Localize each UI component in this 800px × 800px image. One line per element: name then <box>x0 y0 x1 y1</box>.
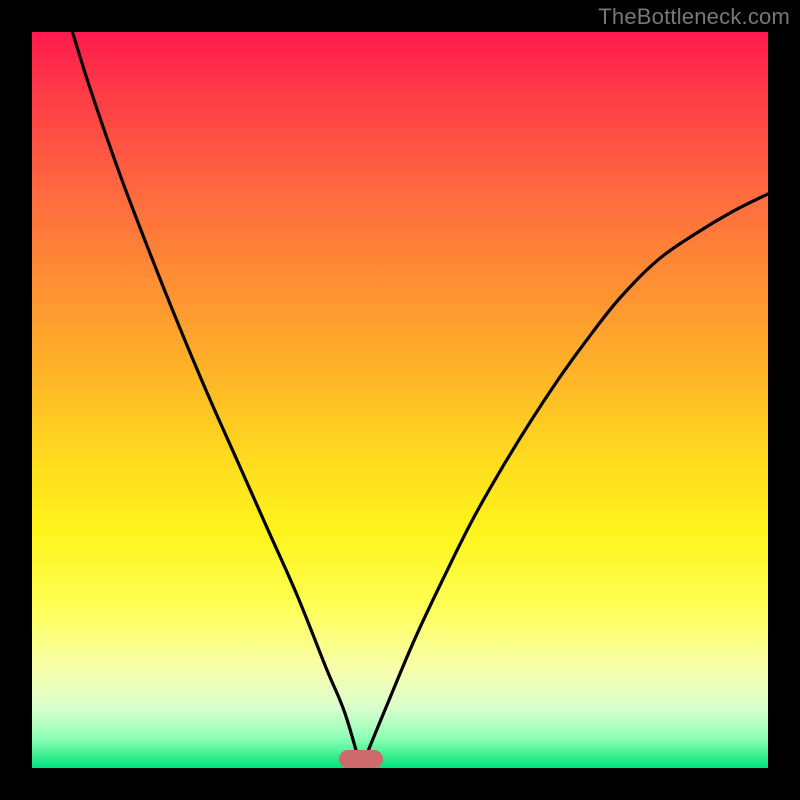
watermark-text: TheBottleneck.com <box>598 4 790 30</box>
curve-layer <box>32 32 768 768</box>
curve-right-branch <box>361 194 768 768</box>
minimum-marker <box>339 750 383 768</box>
curve-left-branch <box>73 32 362 768</box>
